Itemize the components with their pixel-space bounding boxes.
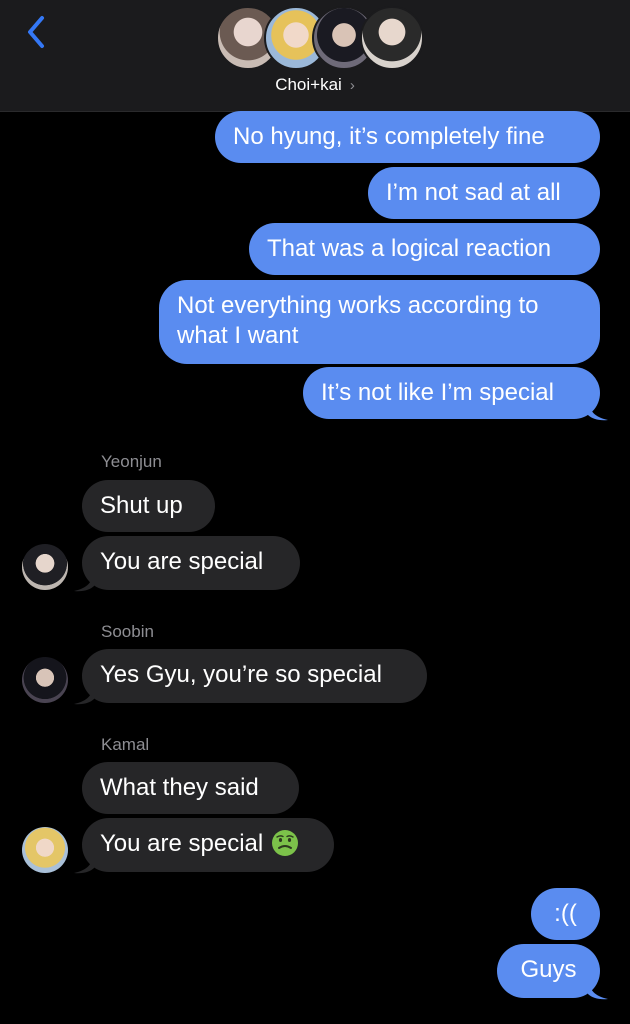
incoming-message[interactable]: You are special: [82, 818, 334, 872]
back-button[interactable]: [22, 12, 52, 52]
group-title[interactable]: Choi+kai ›: [0, 75, 630, 95]
outgoing-message[interactable]: That was a logical reaction: [249, 223, 600, 275]
outgoing-message[interactable]: I’m not sad at all: [368, 167, 600, 219]
avatar-kamal[interactable]: [22, 827, 68, 873]
sender-name: Yeonjun: [101, 452, 162, 471]
bubble-tail: [74, 685, 94, 705]
group-avatars[interactable]: [216, 4, 424, 70]
incoming-message[interactable]: What they said: [82, 762, 299, 814]
outgoing-message[interactable]: Guys: [497, 944, 600, 998]
group-name-label: Choi+kai: [275, 75, 342, 94]
incoming-message[interactable]: You are special: [82, 536, 300, 590]
avatar-yeonjun[interactable]: [22, 544, 68, 590]
bubble-tail: [74, 854, 94, 874]
avatar: [360, 6, 424, 70]
outgoing-message[interactable]: Not everything works according to what I…: [159, 280, 600, 364]
conversation-header: Choi+kai ›: [0, 0, 630, 112]
outgoing-message[interactable]: No hyung, it’s completely fine: [215, 111, 600, 163]
incoming-message[interactable]: Yes Gyu, you’re so special: [82, 649, 427, 703]
avatar-soobin[interactable]: [22, 657, 68, 703]
bubble-tail: [588, 401, 608, 421]
chevron-left-icon: [28, 16, 44, 48]
chevron-right-icon: ›: [349, 77, 355, 94]
sender-name: Soobin: [101, 622, 154, 641]
bubble-tail: [588, 980, 608, 1000]
outgoing-message[interactable]: :((: [531, 888, 600, 940]
nauseated-face-emoji-icon: [272, 829, 299, 856]
sender-name: Kamal: [101, 735, 150, 754]
message-text: You are special: [100, 830, 264, 857]
bubble-tail: [74, 572, 94, 592]
outgoing-message[interactable]: It’s not like I’m special: [303, 367, 600, 419]
incoming-message[interactable]: Shut up: [82, 480, 215, 532]
